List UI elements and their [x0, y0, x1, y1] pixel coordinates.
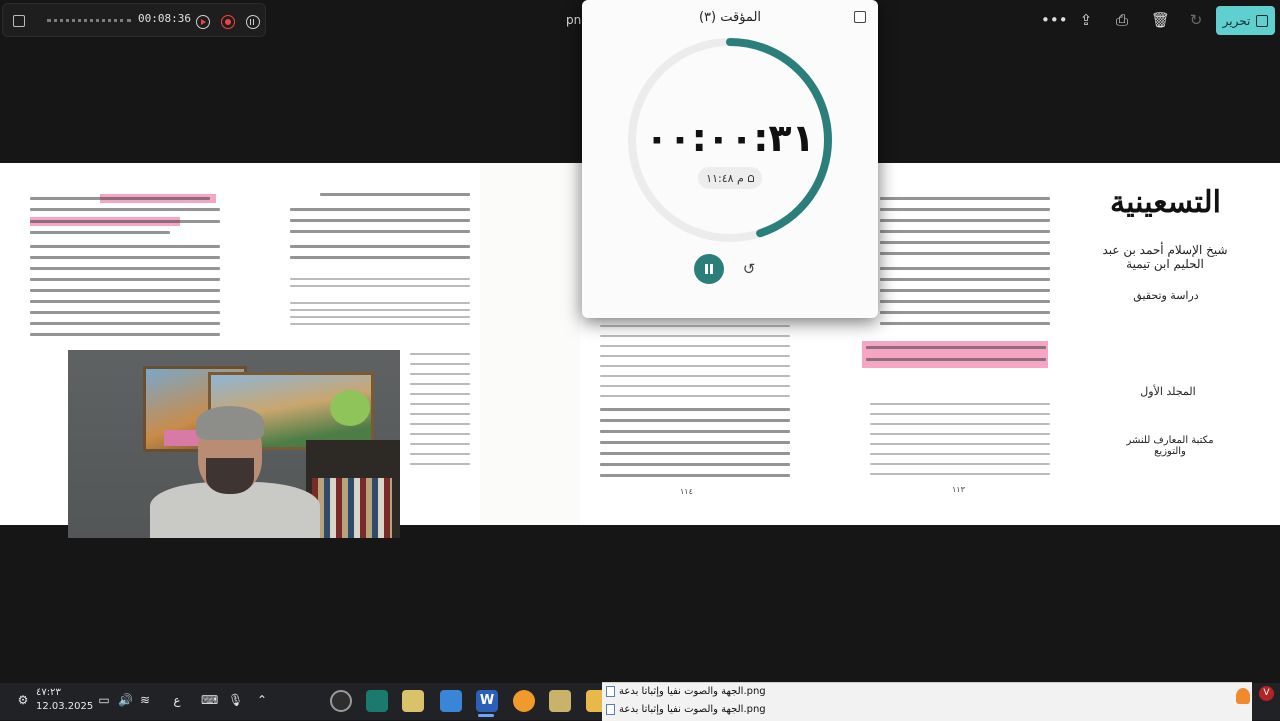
- file-list-item[interactable]: الجهة والصوت نفيا وإثباتا بدعة.png: [606, 704, 766, 715]
- edit-button[interactable]: تحرير: [1216, 6, 1275, 35]
- collapse-icon[interactable]: [13, 15, 25, 27]
- page-number: ١١٤: [680, 487, 693, 496]
- microphone-icon[interactable]: 🎙: [228, 693, 243, 707]
- person-beard: [206, 458, 254, 494]
- app-photo-icon[interactable]: [440, 690, 462, 712]
- book-volume: المجلد الأول: [1140, 385, 1196, 398]
- app-pen-icon[interactable]: [402, 690, 424, 712]
- language-indicator[interactable]: ع: [170, 693, 184, 707]
- book-study: دراسة وتحقيق: [1133, 289, 1199, 302]
- app-search-icon[interactable]: [513, 690, 535, 712]
- share-icon[interactable]: ⇪: [1078, 12, 1094, 28]
- bell-icon: [747, 174, 754, 182]
- webcam-overlay: [68, 350, 400, 538]
- file-list-popup: الجهة والصوت نفيا وإثباتا بدعة.png الجهة…: [602, 682, 1252, 721]
- chevron-up-icon[interactable]: ⌃: [255, 693, 269, 707]
- keyboard-icon[interactable]: ⌨: [201, 693, 218, 707]
- book-title: التسعينية: [1110, 185, 1222, 220]
- active-app-indicator: [478, 714, 494, 717]
- app-pen2-icon[interactable]: [549, 690, 571, 712]
- app-tray-icon[interactable]: [1236, 688, 1250, 704]
- books: [312, 478, 392, 538]
- pause-timer-button[interactable]: [694, 254, 724, 284]
- timer-alarm-chip: م ١١:٤٨: [698, 167, 762, 189]
- app-timer-icon[interactable]: [330, 690, 352, 712]
- clock-date[interactable]: 12.03.2025: [36, 701, 93, 712]
- expand-icon[interactable]: [854, 11, 866, 23]
- settings-icon[interactable]: ⚙: [16, 693, 30, 707]
- notification-badge[interactable]: V: [1259, 686, 1274, 701]
- pause-record-icon[interactable]: [246, 15, 260, 29]
- book-publisher: مكتبة المعارف للنشر والتوزيع: [1126, 435, 1214, 457]
- file-name: الجهة والصوت نفيا وإثباتا بدعة.png: [619, 686, 766, 697]
- edit-icon: [1256, 14, 1269, 27]
- timer-window: المؤقت (٣) ٠٠:٠٠:٣١ م ١١:٤٨ ↺: [582, 0, 878, 318]
- recording-elapsed-time: 00:08:36: [138, 12, 191, 25]
- stop-record-icon[interactable]: [221, 15, 235, 29]
- print-icon[interactable]: ⎙: [1114, 12, 1130, 28]
- play-icon[interactable]: [196, 15, 210, 29]
- book-author: شيخ الإسلام أحمد بن عبد الحليم ابن تيمية: [1102, 243, 1228, 271]
- file-list-item[interactable]: الجهة والصوت نفيا وإثباتا بدعة.png: [606, 686, 766, 697]
- timer-title: المؤقت (٣): [698, 10, 762, 25]
- screen-recorder-bar: 00:08:36: [2, 3, 266, 37]
- reset-icon[interactable]: ↺: [740, 260, 758, 278]
- person-hat: [196, 406, 264, 440]
- file-name: الجهة والصوت نفيا وإثباتا بدعة.png: [619, 704, 766, 715]
- document-page: ١١٣: [860, 163, 1060, 525]
- app-store-icon[interactable]: [366, 690, 388, 712]
- more-icon[interactable]: •••: [1041, 12, 1068, 28]
- delete-icon[interactable]: 🗑: [1151, 12, 1170, 28]
- image-file-icon: [606, 704, 615, 715]
- page-number: ١١٣: [952, 485, 965, 494]
- clock-time[interactable]: ٤٧:٢٣: [36, 687, 61, 698]
- timer-display: ٠٠:٠٠:٣١: [645, 116, 815, 160]
- volume-icon[interactable]: 🔊: [118, 693, 133, 707]
- audio-waveform: [47, 19, 131, 25]
- plant: [330, 390, 370, 426]
- wifi-icon[interactable]: ≋: [138, 693, 152, 707]
- image-file-icon: [606, 686, 615, 697]
- battery-icon[interactable]: ▭: [97, 693, 111, 707]
- alarm-time: م ١١:٤٨: [706, 171, 744, 185]
- app-word-icon[interactable]: W: [476, 690, 498, 712]
- edit-button-label: تحرير: [1222, 13, 1251, 28]
- rotate-icon[interactable]: ↻: [1188, 12, 1204, 28]
